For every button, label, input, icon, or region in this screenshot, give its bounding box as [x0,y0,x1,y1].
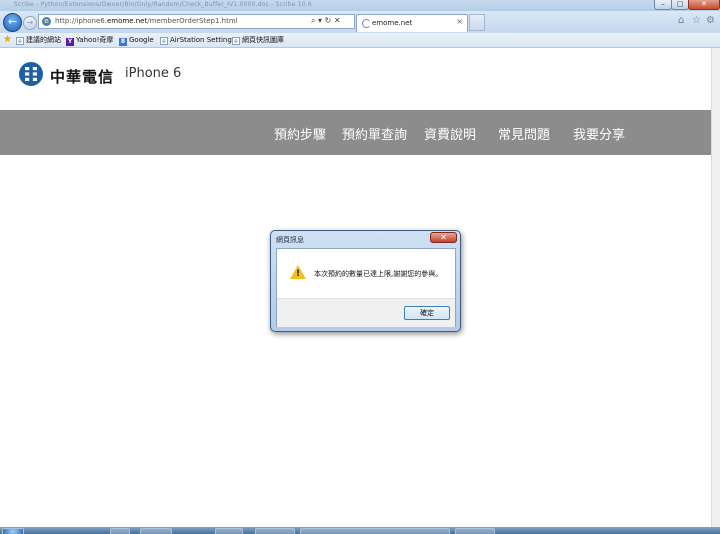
home-icon[interactable]: ⌂ [678,16,684,26]
ok-button[interactable]: 確定 [404,306,450,320]
menu-faq[interactable]: 常見問題 [498,124,550,143]
menu-reservation-steps[interactable]: 預約步驟 [274,124,326,143]
navigation-bar: ← → e http://iphone6.emome.net/memberOrd… [0,11,720,33]
tab-title: emome.net [372,19,413,27]
favorites-icon[interactable]: ★ [3,34,12,45]
favorite-suggested-sites[interactable]: e 建議的網站 [16,35,61,45]
google-icon: 8 [119,38,127,46]
taskbar-item[interactable] [455,528,495,534]
address-bar[interactable]: e http://iphone6.emome.net/memberOrderSt… [38,14,355,29]
tab-close-icon[interactable]: × [456,17,463,26]
minimize-button[interactable]: – [654,0,672,10]
dialog-title: 網頁訊息 [276,236,304,244]
favorite-airstation[interactable]: e AirStation Settings [160,35,235,45]
product-title: iPhone 6 [125,66,182,81]
dialog-body: ! 本次預約的數量已達上限,謝謝您的參與。 確定 [276,248,456,327]
taskbar-item[interactable] [140,528,172,534]
loading-icon [362,19,371,28]
menu-pricing[interactable]: 資費說明 [424,124,476,143]
warning-mark: ! [295,269,301,279]
window-title-bar: Scribe - Python/Extensions/Owner/Bin/Onl… [0,0,720,11]
taskbar-item[interactable] [215,528,243,534]
start-button[interactable] [2,528,24,534]
favorite-yahoo[interactable]: Y Yahoo!奇摩 [66,35,113,46]
taskbar-item[interactable] [255,528,295,534]
taskbar-item[interactable] [110,528,130,534]
close-window-button[interactable]: ✕ [688,0,720,10]
favorite-web-slice-gallery[interactable]: e 網頁快訊圖庫 [232,35,284,45]
address-controls[interactable]: ⌕ ▾ ↻ ✕ [311,16,341,26]
maximize-button[interactable]: □ [671,0,689,10]
taskbar-item[interactable] [300,528,450,534]
ie-page-icon: e [42,17,51,26]
favorite-google[interactable]: 8 Google [119,35,154,46]
favorites-bar: ★ e 建議的網站 Y Yahoo!奇摩 8 Google e AirStation S… [0,33,720,48]
dialog-message: 本次預約的數量已達上限,謝謝您的參與。 [314,270,443,278]
back-button[interactable]: ← [3,13,22,32]
tab-emome[interactable]: emome.net × [356,14,468,32]
cht-logo-icon [19,62,43,86]
menu-order-query[interactable]: 預約單查詢 [342,124,407,143]
page-icon: e [160,37,168,45]
main-menu: 預約步驟 預約單查詢 資費說明 常見問題 我要分享 [0,110,711,155]
taskbar [0,527,720,534]
favorites-star-icon[interactable]: ☆ [692,16,701,26]
alert-dialog: 網頁訊息 ✕ ! 本次預約的數量已達上限,謝謝您的參與。 確定 [270,230,461,332]
page-icon: e [16,37,24,45]
menu-share[interactable]: 我要分享 [573,124,625,143]
dialog-close-button[interactable]: ✕ [430,232,457,243]
gear-icon[interactable]: ⚙ [706,16,715,26]
dialog-footer: 確定 [277,298,455,327]
page-icon: e [232,37,240,45]
address-url: http://iphone6.emome.net/memberOrderStep… [55,17,238,25]
scrollbar[interactable] [711,48,720,527]
window-title: Scribe - Python/Extensions/Owner/Bin/Onl… [14,1,312,8]
yahoo-icon: Y [66,38,74,46]
brand-name: 中華電信 [50,68,115,86]
new-tab-button[interactable] [469,14,485,31]
forward-button[interactable]: → [23,16,37,30]
